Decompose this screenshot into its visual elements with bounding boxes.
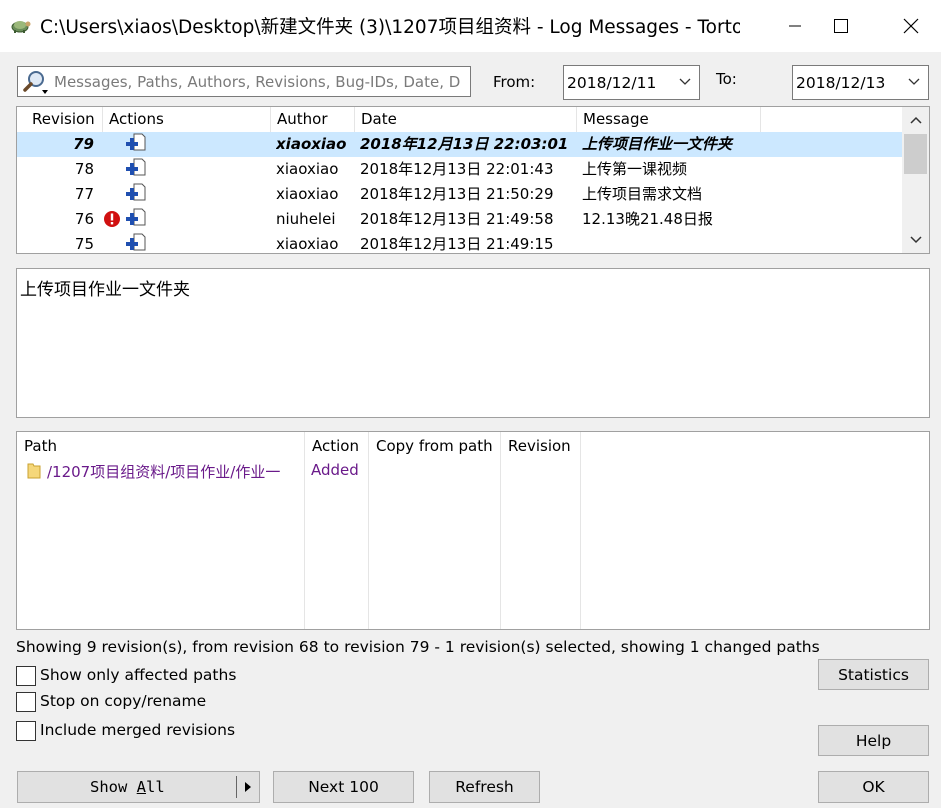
search-icon[interactable]	[22, 69, 50, 95]
added-file-icon	[126, 133, 146, 151]
date-cell: 2018年12月13日 22:01:43	[360, 160, 554, 178]
actions-cell	[103, 157, 271, 182]
column-header-copy-from-label: Copy from path	[376, 437, 493, 455]
error-icon	[104, 211, 120, 227]
scroll-down-button[interactable]	[902, 229, 929, 251]
chevron-down-icon	[679, 78, 691, 85]
message-cell	[582, 232, 759, 253]
author-cell: xiaoxiao	[276, 135, 347, 153]
log-row-selected[interactable]: 79 xiaoxiao 2018年12月13日 22:03:01 上传项目作业一文件夹	[17, 132, 902, 157]
next-100-button[interactable]: Next 100	[273, 771, 414, 803]
maximize-button[interactable]	[818, 0, 864, 52]
include-merged-label[interactable]: Include merged revisions	[40, 721, 235, 739]
minimize-button[interactable]	[772, 0, 818, 52]
author-cell: xiaoxiao	[276, 235, 339, 253]
column-header-revision[interactable]: Revision	[26, 107, 103, 132]
message-cell: 12.13晚21.48日报	[582, 210, 713, 228]
stop-on-copy-checkbox[interactable]	[16, 692, 36, 712]
date-cell: 2018年12月13日 21:49:15	[360, 235, 554, 253]
maximize-icon	[834, 19, 848, 33]
log-row[interactable]: 77 xiaoxiao 2018年12月13日 21:50:29 上传项目需求文档	[17, 182, 902, 207]
revision-cell: 78	[74, 160, 94, 178]
log-row[interactable]: 75 xiaoxiao 2018年12月13日 21:49:15	[17, 232, 902, 253]
to-date-picker[interactable]: 2018/12/13	[792, 65, 929, 100]
to-label: To:	[716, 70, 737, 88]
path-row[interactable]: /1207项目组资料/项目作业/作业一	[27, 461, 303, 482]
log-row[interactable]: 78 xiaoxiao 2018年12月13日 22:01:43 上传第一课视频	[17, 157, 902, 182]
actions-cell	[103, 207, 271, 232]
message-cell: 上传项目需求文档	[582, 185, 703, 203]
added-file-icon	[126, 183, 146, 201]
added-file-icon	[126, 158, 146, 176]
author-cell: xiaoxiao	[276, 185, 339, 203]
added-file-icon	[126, 208, 146, 226]
refresh-button[interactable]: Refresh	[429, 771, 540, 803]
show-all-button[interactable]: Show All	[17, 771, 260, 803]
close-icon	[903, 18, 919, 34]
date-cell: 2018年12月13日 22:03:01	[360, 135, 569, 153]
from-date-picker[interactable]: 2018/12/11	[563, 65, 700, 100]
column-header-message[interactable]: Message	[577, 107, 761, 132]
show-all-label: Show All	[90, 778, 165, 796]
vertical-scrollbar[interactable]	[902, 107, 929, 253]
changed-paths-list[interactable]: Path Action Copy from path Revision /120…	[16, 431, 930, 630]
statistics-button[interactable]: Statistics	[818, 659, 929, 690]
revision-cell: 75	[74, 235, 94, 253]
path-action-text: Added	[311, 461, 359, 479]
revision-cell: 76	[74, 210, 94, 228]
show-affected-checkbox[interactable]	[16, 666, 36, 686]
close-button[interactable]	[888, 0, 934, 52]
chevron-down-icon	[908, 78, 920, 85]
column-header-actions[interactable]: Actions	[103, 107, 271, 132]
status-text: Showing 9 revision(s), from revision 68 …	[16, 638, 820, 656]
column-header-date[interactable]: Date	[355, 107, 577, 132]
log-list[interactable]: Revision Actions Author Date Message 79 x…	[16, 106, 930, 254]
search-box[interactable]	[17, 66, 471, 97]
message-cell: 上传项目作业一文件夹	[582, 135, 733, 153]
column-header-author[interactable]: Author	[271, 107, 355, 132]
window-title: C:\Users\xiaos\Desktop\新建文件夹 (3)\1207项目组…	[40, 17, 740, 38]
message-cell: 上传第一课视频	[582, 160, 688, 178]
actions-cell	[103, 182, 271, 207]
chevron-down-icon	[909, 236, 922, 244]
path-text: /1207项目组资料/项目作业/作业一	[47, 463, 281, 481]
help-button[interactable]: Help	[818, 725, 929, 756]
to-date-value: 2018/12/13	[796, 74, 886, 92]
author-cell: niuhelei	[276, 210, 336, 228]
date-cell: 2018年12月13日 21:50:29	[360, 185, 554, 203]
message-text: 上传项目作业一文件夹	[20, 280, 190, 300]
from-label: From:	[493, 73, 536, 91]
caret-right-icon[interactable]	[244, 781, 252, 793]
column-header-revision[interactable]: Revision	[501, 432, 581, 629]
actions-cell	[103, 232, 271, 253]
author-cell: xiaoxiao	[276, 160, 339, 178]
ok-button[interactable]: OK	[818, 771, 929, 803]
log-row[interactable]: 76 niuhelei 2018年12月13日 21:49:58 12.13晚21.4…	[17, 207, 902, 232]
column-header-copy-from-path[interactable]: Copy from path	[369, 432, 501, 629]
actions-cell	[103, 132, 271, 157]
tortoise-icon[interactable]	[10, 15, 32, 35]
scroll-thumb[interactable]	[904, 134, 927, 174]
column-header-path-label: Path	[24, 437, 57, 455]
minimize-icon	[789, 25, 801, 27]
date-cell: 2018年12月13日 21:49:58	[360, 210, 554, 228]
split-divider	[236, 776, 237, 798]
column-header-revision-label: Revision	[508, 437, 571, 455]
search-input[interactable]	[54, 70, 466, 93]
message-pane[interactable]: 上传项目作业一文件夹	[16, 268, 930, 418]
stop-on-copy-label[interactable]: Stop on copy/rename	[40, 692, 206, 710]
folder-icon	[27, 463, 41, 479]
show-affected-label[interactable]: Show only affected paths	[40, 666, 236, 684]
added-file-icon	[126, 233, 146, 251]
revision-cell: 77	[74, 185, 94, 203]
scroll-up-button[interactable]	[902, 109, 929, 131]
chevron-up-icon	[909, 116, 922, 124]
include-merged-checkbox[interactable]	[16, 721, 36, 741]
revision-cell: 79	[73, 135, 94, 153]
column-header-action-label: Action	[312, 437, 359, 455]
from-date-value: 2018/12/11	[567, 74, 657, 92]
